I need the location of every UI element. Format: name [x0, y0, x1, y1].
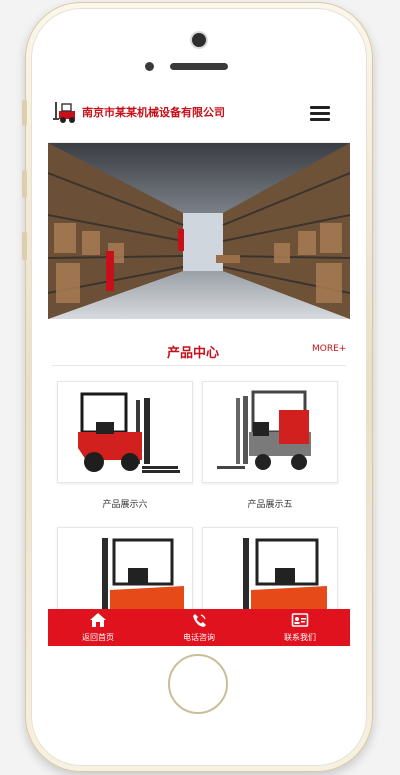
section-divider — [52, 365, 346, 366]
tab-label: 联系我们 — [284, 633, 316, 642]
tab-label: 电话咨询 — [183, 633, 215, 642]
phone-side-button — [22, 232, 27, 260]
product-image[interactable] — [202, 381, 338, 483]
red-forklift-photo — [78, 392, 180, 473]
phone-home-button[interactable] — [168, 654, 228, 714]
phone-side-button — [22, 100, 27, 126]
tab-label: 返回首页 — [82, 633, 114, 642]
warehouse-aisle-photo — [48, 143, 350, 319]
bottom-tab-bar: 返回首页 电话咨询 联系我们 — [48, 609, 350, 646]
phone-camera — [192, 33, 206, 47]
banner-image[interactable] — [48, 143, 350, 319]
product-card[interactable]: 产品展示六 — [57, 381, 193, 510]
section-title: 产品中心 — [166, 346, 219, 361]
phone-speaker — [170, 63, 228, 70]
tab-home[interactable]: 返回首页 — [48, 609, 148, 646]
company-name[interactable]: 南京市某某机械设备有限公司 — [82, 104, 225, 120]
hamburger-menu-icon[interactable] — [310, 104, 332, 122]
phone-icon — [193, 614, 206, 627]
product-label[interactable]: 产品展示六 — [57, 497, 193, 510]
product-label[interactable]: 产品展示五 — [202, 497, 338, 510]
red-grey-forklift-photo — [217, 390, 311, 470]
tab-contact[interactable]: 联系我们 — [250, 609, 350, 646]
phone-sensor — [145, 62, 154, 71]
contact-card-icon — [291, 613, 309, 627]
home-icon — [90, 613, 106, 627]
site-header: 南京市某某机械设备有限公司 — [48, 84, 350, 143]
mobile-screen: 南京市某某机械设备有限公司 产品中心 MORE+ 产品展示六 产品展示五 返回首… — [48, 84, 350, 646]
tab-phone[interactable]: 电话咨询 — [149, 609, 249, 646]
product-image[interactable] — [57, 381, 193, 483]
forklift-logo-icon[interactable] — [52, 99, 80, 125]
product-card[interactable]: 产品展示五 — [202, 381, 338, 510]
phone-side-button — [22, 170, 27, 198]
more-link[interactable]: MORE+ — [312, 344, 346, 354]
